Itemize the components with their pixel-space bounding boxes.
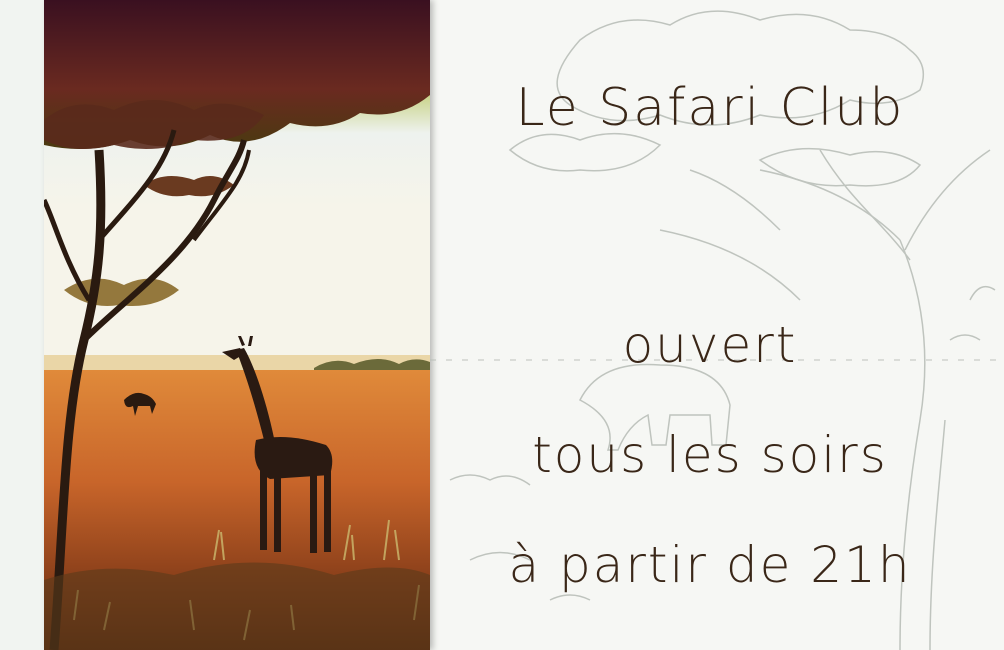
hours-line-every-evening: tous les soirs: [532, 426, 888, 484]
left-margin: [0, 0, 44, 650]
opening-hours: ouvert tous les soirs à partir de 21h: [450, 290, 970, 620]
hours-line-open: ouvert: [622, 316, 798, 374]
painting-illustration: [44, 0, 430, 650]
club-title: Le Safari Club: [515, 78, 905, 138]
savanna-painting: [44, 0, 430, 650]
hours-line-start-time: à partir de 21h: [508, 536, 912, 594]
